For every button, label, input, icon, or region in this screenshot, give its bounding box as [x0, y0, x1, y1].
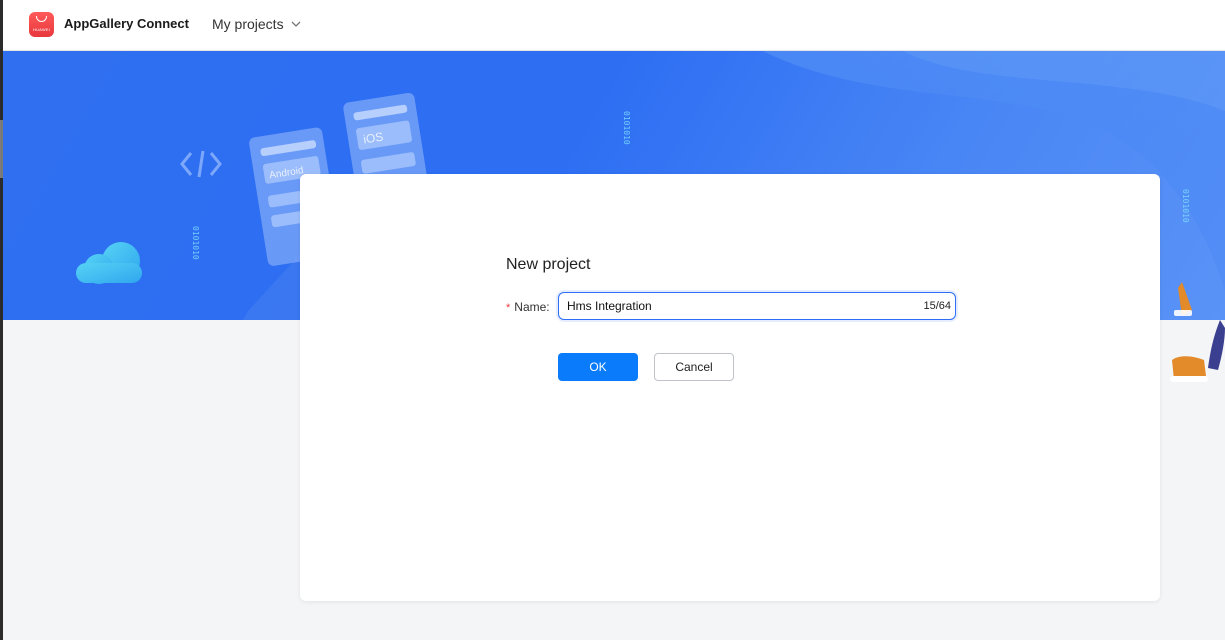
- cancel-button[interactable]: Cancel: [654, 353, 734, 381]
- name-label: * Name:: [506, 300, 550, 314]
- my-projects-dropdown[interactable]: My projects: [212, 16, 302, 32]
- cloud-icon: [76, 242, 142, 284]
- top-navigation-bar: HUAWEI AppGallery Connect My projects: [3, 0, 1225, 51]
- dialog-title: New project: [506, 256, 591, 273]
- ok-button[interactable]: OK: [558, 353, 638, 381]
- person-illustration: [1160, 280, 1225, 390]
- character-counter: 15/64: [923, 300, 951, 312]
- logo-brand-text: HUAWEI: [32, 27, 51, 32]
- binary-text-right: 0101010: [1181, 189, 1190, 223]
- binary-text-left: 0101010: [191, 226, 200, 260]
- name-label-text: Name:: [514, 300, 550, 314]
- new-project-dialog: New project *Name: 15/64 OK Cancel: [300, 174, 1160, 601]
- my-projects-label: My projects: [212, 16, 284, 32]
- project-name-input[interactable]: [567, 293, 907, 318]
- project-name-input-wrapper[interactable]: 15/64: [558, 292, 956, 320]
- huawei-logo-icon[interactable]: HUAWEI: [29, 12, 54, 37]
- chevron-down-icon: [291, 21, 301, 27]
- required-asterisk: *: [506, 302, 511, 314]
- code-brackets-icon: [180, 150, 222, 178]
- logo-bag-handle: [36, 16, 47, 22]
- binary-text-center: 0101010: [622, 111, 631, 145]
- app-name[interactable]: AppGallery Connect: [64, 16, 189, 31]
